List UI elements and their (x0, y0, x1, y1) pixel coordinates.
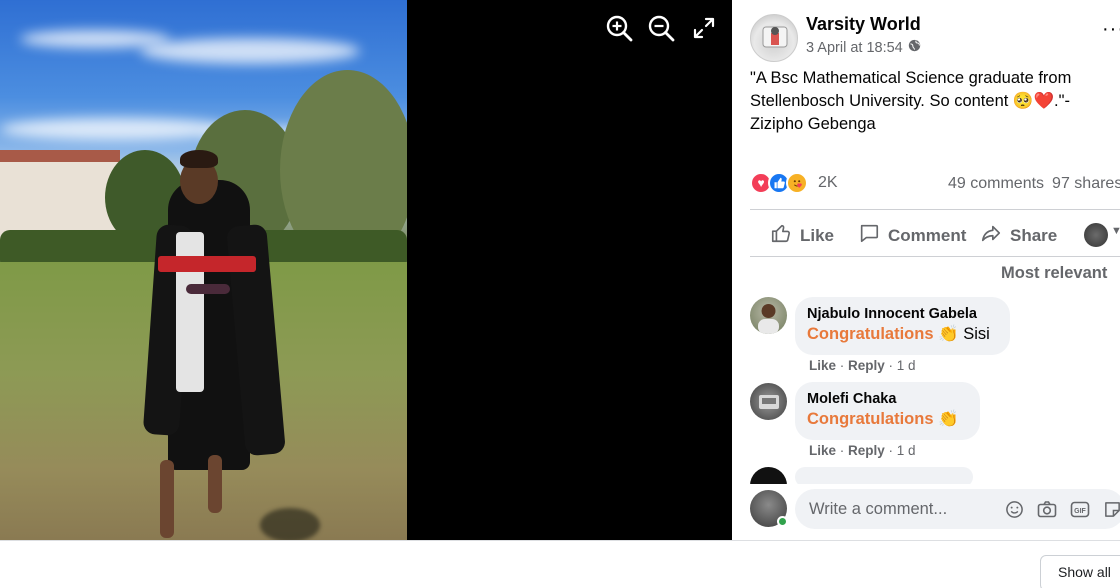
comment-bubble: Molefi Chaka Congratulations 👏 (795, 382, 980, 440)
svg-text:GIF: GIF (1074, 508, 1086, 515)
diploma-scroll (186, 284, 230, 294)
divider (750, 209, 1120, 210)
reaction-count: 2K (818, 174, 838, 191)
clapping-icon: 👏 (938, 410, 959, 428)
post-actions-bar: Like Comment Share ▼ (750, 214, 1120, 254)
like-label: Like (800, 225, 835, 245)
commenter-name[interactable]: Njabulo Innocent Gabela (807, 305, 998, 323)
share-as-avatar[interactable] (1084, 223, 1108, 247)
share-button[interactable]: Share (980, 222, 1057, 249)
comment-like-link[interactable]: Like (809, 358, 836, 373)
commenter-avatar[interactable] (750, 297, 787, 334)
more-options-button[interactable]: ··· (1102, 18, 1120, 41)
like-button[interactable]: Like (770, 222, 834, 249)
cloud (0, 118, 230, 140)
leg (160, 460, 174, 538)
comment-bubble: Njabulo Innocent Gabela Congratulations … (795, 297, 1010, 355)
comment-text: Congratulations 👏 (807, 408, 968, 430)
divider (750, 256, 1120, 257)
cloud (140, 38, 360, 64)
comment-composer: GIF (732, 484, 1120, 534)
post-caption: "A Bsc Mathematical Science graduate fro… (750, 67, 1110, 136)
share-arrow-icon (980, 222, 1002, 249)
care-reaction-icon (786, 172, 808, 194)
comment-label: Comment (888, 225, 967, 245)
red-hood (158, 256, 256, 272)
post-timestamp[interactable]: 3 April at 18:54 (806, 39, 921, 56)
comment-age: 1 d (896, 443, 916, 458)
comment-meta: Like · Reply · 1 d (809, 443, 916, 458)
zoom-in-icon[interactable] (603, 12, 635, 44)
hair (180, 150, 218, 168)
reaction-summary[interactable]: ♥ 2K (750, 172, 838, 194)
clapping-icon: 👏 (938, 325, 959, 343)
shares-count[interactable]: 97 shares (1052, 175, 1120, 192)
engagement-counts: 49 comments 97 shares (948, 175, 1120, 193)
comment-reply-link[interactable]: Reply (848, 443, 885, 458)
zoom-out-icon[interactable] (645, 12, 677, 44)
comment-body: Sisi (963, 325, 990, 343)
commenter-name[interactable]: Molefi Chaka (807, 390, 968, 408)
gif-icon[interactable]: GIF (1070, 499, 1090, 519)
post-panel: Varsity World 3 April at 18:54 ··· "A Bs… (732, 0, 1120, 540)
leg (208, 455, 222, 513)
shadow (260, 508, 320, 540)
emoji-icon[interactable] (1004, 499, 1024, 519)
post-photo[interactable] (0, 0, 407, 540)
globe-icon (908, 39, 921, 56)
comment-button[interactable]: Comment (858, 222, 966, 249)
speech-bubble-icon (858, 222, 880, 249)
chevron-down-icon[interactable]: ▼ (1111, 225, 1120, 237)
comment-meta: Like · Reply · 1 d (809, 358, 916, 373)
commenter-avatar[interactable] (750, 383, 787, 420)
comment-like-link[interactable]: Like (809, 443, 836, 458)
thumbs-up-icon (770, 222, 792, 249)
page-avatar[interactable] (750, 14, 798, 62)
show-all-button[interactable]: Show all (1040, 555, 1120, 588)
comment-age: 1 d (896, 358, 916, 373)
post-author[interactable]: Varsity World (806, 14, 921, 35)
timestamp-text: 3 April at 18:54 (806, 39, 903, 56)
comment-sort-dropdown[interactable]: Most relevant (1001, 264, 1107, 283)
comments-count[interactable]: 49 comments (948, 175, 1044, 192)
comment-highlight: Congratulations (807, 410, 934, 428)
bottom-strip: Show all (0, 540, 1120, 588)
caption-emoji: 🥺❤️ (1012, 92, 1055, 110)
comment-reply-link[interactable]: Reply (848, 358, 885, 373)
photo-viewer (0, 0, 732, 540)
sticker-icon[interactable] (1102, 499, 1120, 519)
sort-label: Most relevant (1001, 264, 1108, 282)
facebook-photo-post: Varsity World 3 April at 18:54 ··· "A Bs… (0, 0, 1120, 588)
camera-icon[interactable] (1037, 499, 1057, 519)
online-status-dot (777, 516, 788, 527)
fullscreen-icon[interactable] (688, 12, 720, 44)
share-label: Share (1010, 225, 1058, 245)
comment-text: Congratulations 👏 Sisi (807, 323, 998, 345)
comment-highlight: Congratulations (807, 325, 934, 343)
